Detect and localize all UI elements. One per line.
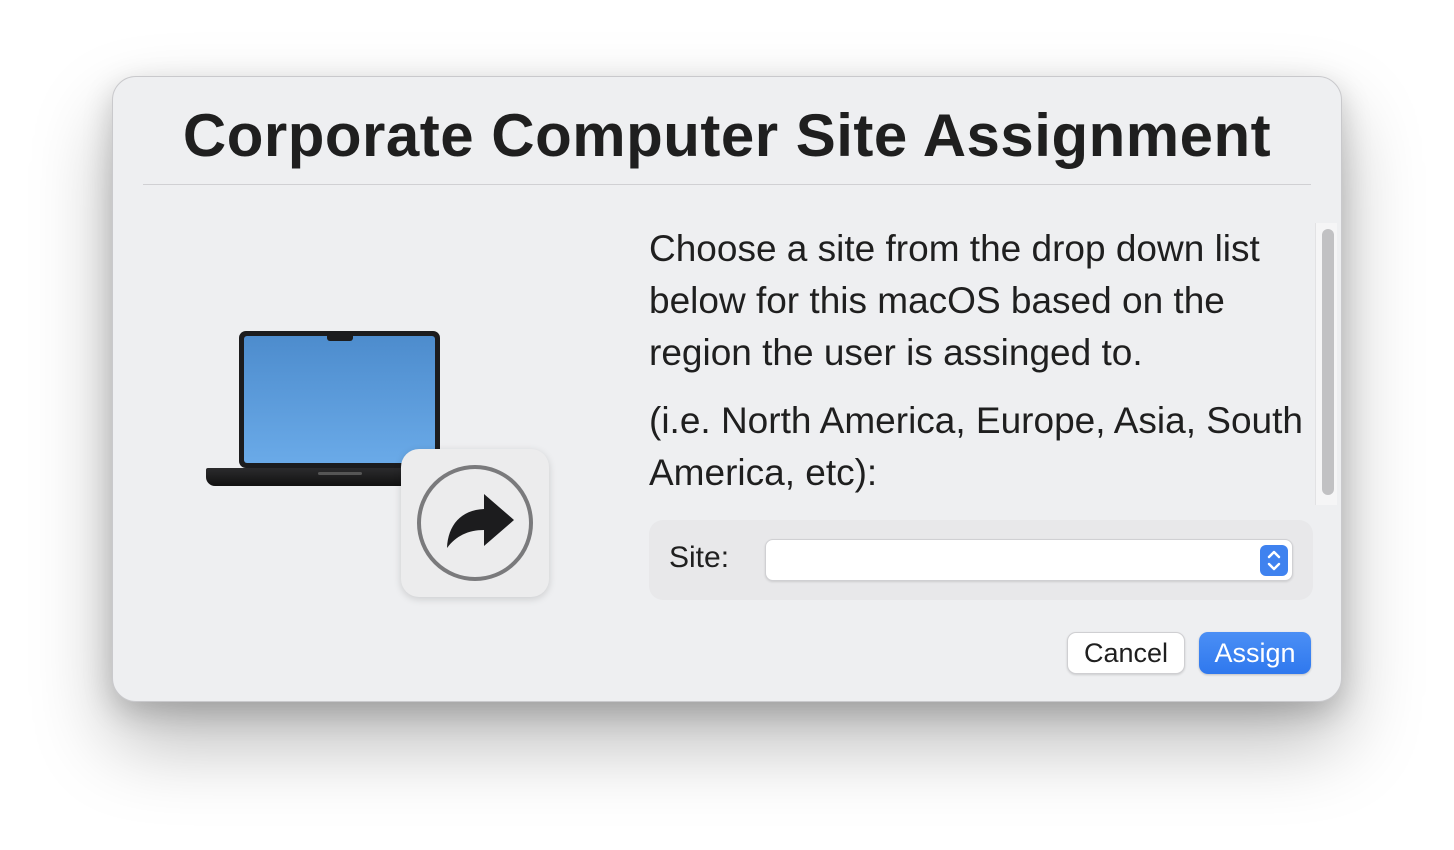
laptop-display bbox=[244, 336, 435, 463]
message-paragraph-1: Choose a site from the drop down list be… bbox=[649, 228, 1260, 373]
site-dropdown[interactable] bbox=[765, 539, 1293, 581]
cancel-button[interactable]: Cancel bbox=[1067, 632, 1185, 674]
dialog-title: Corporate Computer Site Assignment bbox=[182, 102, 1272, 169]
share-arrow-badge bbox=[401, 449, 549, 597]
up-down-chevron-icon[interactable] bbox=[1260, 545, 1288, 576]
title-divider bbox=[143, 184, 1311, 185]
laptop-notch bbox=[327, 335, 353, 341]
site-selector-panel: Site: bbox=[649, 520, 1313, 600]
message-scrollbar[interactable] bbox=[1315, 223, 1337, 505]
dialog-message: Choose a site from the drop down list be… bbox=[649, 223, 1311, 508]
message-paragraph-2: (i.e. North America, Europe, Asia, South… bbox=[649, 400, 1303, 493]
laptop-icon bbox=[239, 331, 440, 468]
site-label: Site: bbox=[669, 541, 730, 574]
dialog-illustration bbox=[206, 331, 551, 601]
scrollbar-thumb[interactable] bbox=[1322, 229, 1334, 495]
share-arrow-icon bbox=[417, 465, 533, 581]
site-assignment-dialog: Corporate Computer Site Assignment Choos… bbox=[112, 76, 1342, 702]
assign-button[interactable]: Assign bbox=[1199, 632, 1311, 674]
